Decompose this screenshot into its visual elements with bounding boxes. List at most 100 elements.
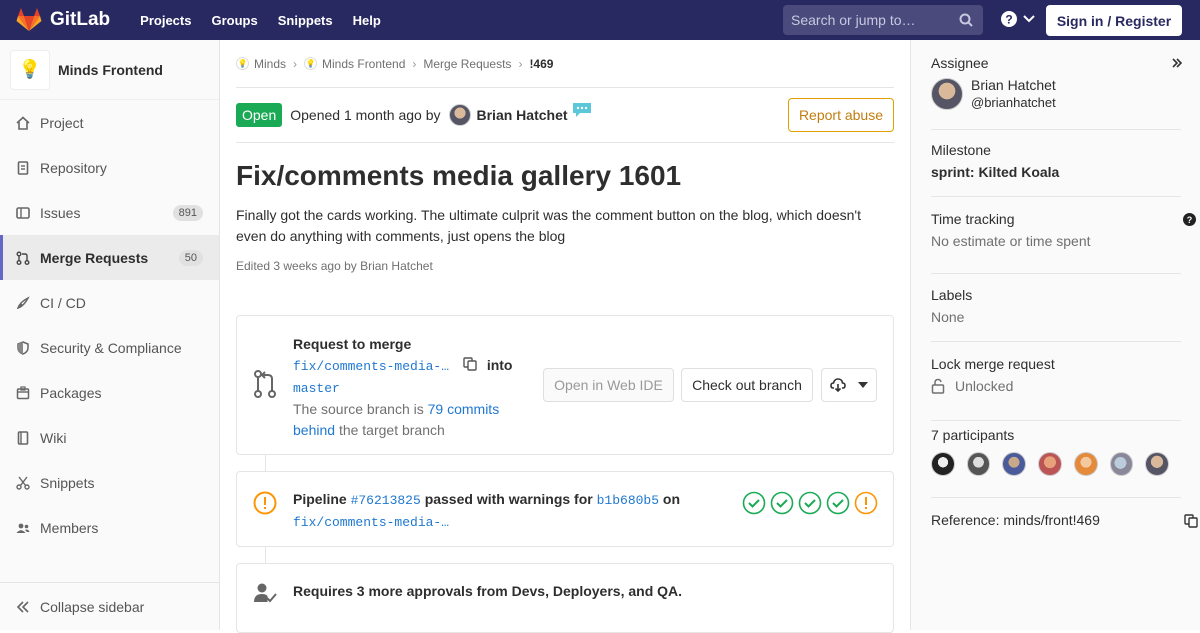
assignee[interactable]: Brian Hatchet @brianhatchet xyxy=(931,77,1181,110)
participant-avatar[interactable] xyxy=(1002,452,1027,476)
stage-success-icon[interactable] xyxy=(770,491,794,515)
open-web-ide-button[interactable]: Open in Web IDE xyxy=(543,368,674,402)
nav-help[interactable]: Help xyxy=(353,13,381,28)
opened-by: by xyxy=(425,107,441,123)
help-dropdown[interactable]: ? xyxy=(1000,10,1036,28)
lightbulb-icon: 💡 xyxy=(10,49,50,90)
pipeline-id-link[interactable]: #76213825 xyxy=(351,493,421,508)
sidebar-item-label: Snippets xyxy=(40,474,95,491)
nav-projects[interactable]: Projects xyxy=(140,13,191,28)
assignee-block: Assignee Brian Hatchet @brianhatchet xyxy=(931,55,1181,130)
check-out-branch-button[interactable]: Check out branch xyxy=(681,368,813,402)
sidebar-item-label: Members xyxy=(40,519,99,536)
brand-name: GitLab xyxy=(50,9,111,30)
commit-sha-link[interactable]: b1b680b5 xyxy=(597,493,659,508)
pipeline-stages xyxy=(738,491,878,515)
milestone-block: Milestone sprint: Kilted Koala xyxy=(931,142,1181,197)
target-branch-link[interactable]: master xyxy=(293,381,340,396)
issues-count-badge: 891 xyxy=(172,204,203,221)
labels-block: Labels None xyxy=(931,287,1181,342)
participant-avatar[interactable] xyxy=(1038,452,1062,476)
breadcrumb-minds[interactable]: Minds xyxy=(254,57,286,71)
merge-request-icon xyxy=(16,251,30,265)
stage-warning-icon[interactable] xyxy=(854,491,878,515)
participant-avatar[interactable] xyxy=(1109,452,1134,476)
stage-success-icon[interactable] xyxy=(826,491,850,515)
opened-info: Opened 1 month ago by Brian Hatchet xyxy=(290,103,591,126)
mr-status-row: Open Opened 1 month ago by Brian Hatchet… xyxy=(236,88,894,143)
chat-bubble-icon xyxy=(572,103,591,117)
sidebar-item-repository[interactable]: Repository xyxy=(0,145,219,190)
collapse-sidebar-button[interactable]: Collapse sidebar xyxy=(0,582,219,630)
participant-avatar[interactable] xyxy=(931,452,955,476)
participant-avatar[interactable] xyxy=(1145,452,1170,476)
users-icon xyxy=(16,523,30,533)
author-name[interactable]: Brian Hatchet xyxy=(477,107,568,123)
participants-list xyxy=(931,452,1181,476)
lock-label: Lock merge request xyxy=(931,356,1055,372)
sidebar-item-wiki[interactable]: Wiki xyxy=(0,415,219,460)
sidebar-item-security[interactable]: Security & Compliance xyxy=(0,325,219,370)
milestone-label: Milestone xyxy=(931,142,991,158)
sidebar-item-packages[interactable]: Packages xyxy=(0,370,219,415)
breadcrumb-minds-frontend[interactable]: Minds Frontend xyxy=(322,57,405,71)
assignee-label: Assignee xyxy=(931,55,989,71)
commits-behind-link-2[interactable]: behind xyxy=(293,422,335,438)
stage-success-icon[interactable] xyxy=(798,491,822,515)
participant-avatar[interactable] xyxy=(966,452,991,476)
reference-text: Reference: minds/front!469 xyxy=(931,512,1100,528)
double-chevron-left-icon xyxy=(16,600,29,613)
gitlab-tanuki-icon xyxy=(16,8,42,31)
lightbulb-icon: 💡 xyxy=(304,57,318,70)
source-branch-link[interactable]: fix/comments-media-… xyxy=(293,359,449,374)
sidebar-item-label: Repository xyxy=(40,159,107,176)
nav-groups[interactable]: Groups xyxy=(211,13,257,28)
sidebar-item-label: Merge Requests xyxy=(40,249,149,266)
reference-block: Reference: minds/front!469 xyxy=(931,512,1198,548)
report-abuse-button[interactable]: Report abuse xyxy=(787,98,894,132)
pipeline-status-text: passed with warnings for xyxy=(424,491,593,507)
page-title: Fix/comments media gallery 1601 xyxy=(236,160,682,191)
nav-snippets[interactable]: Snippets xyxy=(278,13,333,28)
sidebar-item-label: CI / CD xyxy=(40,294,86,311)
sidebar-item-members[interactable]: Members xyxy=(0,505,219,550)
pipeline-on: on xyxy=(662,491,681,507)
lightbulb-icon: 💡 xyxy=(236,57,249,70)
project-header[interactable]: 💡 Minds Frontend xyxy=(0,40,219,100)
time-tracking-value: No estimate or time spent xyxy=(931,233,1091,249)
stage-success-icon[interactable] xyxy=(742,491,766,515)
chevron-right-icon: › xyxy=(412,56,417,71)
merge-request-widget: Request to merge fix/comments-media-… in… xyxy=(236,315,894,455)
commits-behind-link[interactable]: 79 commits xyxy=(428,401,500,417)
participant-avatar[interactable] xyxy=(1073,452,1098,476)
sidebar-item-snippets[interactable]: Snippets xyxy=(0,460,219,505)
pipeline-branch-link[interactable]: fix/comments-media-… xyxy=(293,515,449,530)
breadcrumb: 💡 Minds › 💡 Minds Frontend › Merge Reque… xyxy=(236,40,894,88)
search-input[interactable]: Search or jump to… xyxy=(783,5,983,35)
opened-time: 1 month ago xyxy=(343,107,422,123)
question-icon[interactable]: ? xyxy=(1183,213,1196,226)
download-dropdown-button[interactable] xyxy=(821,368,877,402)
avatar xyxy=(931,77,963,110)
approvals-widget: Requires 3 more approvals from Devs, Dep… xyxy=(236,563,894,633)
sign-in-button[interactable]: Sign in / Register xyxy=(1046,5,1182,36)
sidebar-item-merge-requests[interactable]: Merge Requests 50 xyxy=(0,235,219,280)
question-icon: ? xyxy=(1001,11,1017,27)
merge-requests-count-badge: 50 xyxy=(178,249,203,266)
avatar[interactable] xyxy=(448,104,471,126)
sidebar-item-issues[interactable]: Issues 891 xyxy=(0,190,219,235)
sidebar-item-label: Packages xyxy=(40,384,102,401)
sidebar-item-ci-cd[interactable]: CI / CD xyxy=(0,280,219,325)
milestone-value[interactable]: sprint: Kilted Koala xyxy=(931,164,1181,180)
copy-icon[interactable] xyxy=(1184,514,1198,528)
breadcrumb-merge-requests[interactable]: Merge Requests xyxy=(423,57,511,71)
sidebar-item-project[interactable]: Project xyxy=(0,100,219,145)
copy-icon[interactable] xyxy=(463,357,477,371)
approvals-text: Requires 3 more approvals from Devs, Dep… xyxy=(293,583,683,599)
gitlab-logo[interactable]: GitLab xyxy=(16,8,110,32)
package-icon xyxy=(16,385,30,399)
breadcrumb-current[interactable]: !469 xyxy=(529,57,553,71)
merge-heading: Request to merge xyxy=(293,336,412,352)
chevron-right-icon: › xyxy=(518,56,523,71)
status-badge: Open xyxy=(236,103,283,127)
